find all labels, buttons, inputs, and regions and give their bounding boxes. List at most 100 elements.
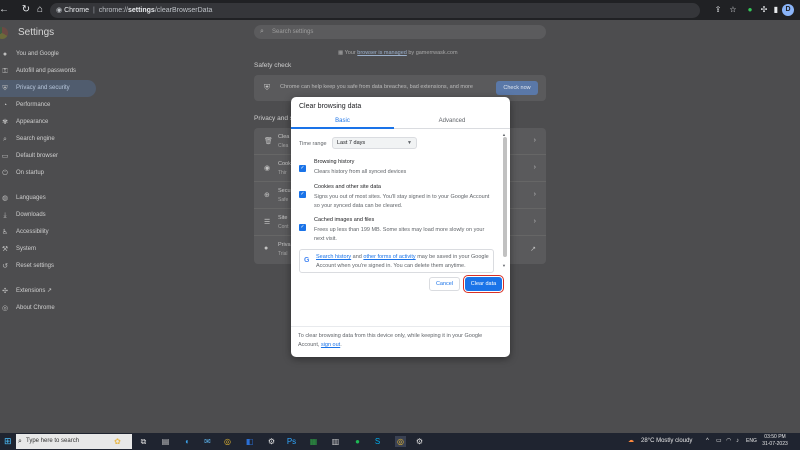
sidebar-item-you-and-google[interactable]: ● You and Google (0, 46, 96, 63)
wifi-icon[interactable]: ◠ (726, 436, 731, 447)
sidebar-item-on-startup[interactable]: ⏻ On startup (0, 165, 96, 182)
windows-taskbar: ⊞ ⌕ Type here to search ✿ ⧉ ▤ ◐ ✉ ◎ ◧ ⚙ … (0, 433, 800, 450)
chevron-right-icon: › (533, 164, 536, 171)
time-range-label: Time range (299, 141, 327, 147)
settings-gear-icon[interactable]: ⚙ (414, 436, 425, 447)
search-history-link[interactable]: Search history (316, 254, 351, 260)
scroll-down-icon[interactable]: ▼ (502, 263, 506, 268)
settings-sidebar: ● You and Google ⚿ Autofill and passwords … (0, 46, 96, 317)
site-info-icon[interactable]: ◉ (56, 7, 62, 14)
address-bar[interactable]: ◉ Chrome | chrome://settings/clearBrowserD… (50, 3, 700, 18)
sidebar-item-appearance[interactable]: ✾ Appearance (0, 114, 96, 131)
language-indicator[interactable]: ENG (746, 436, 757, 447)
tray-chevron-up-icon[interactable]: ^ (706, 436, 709, 447)
profile-avatar[interactable]: D (782, 4, 794, 16)
puzzle-icon: ✣ (2, 288, 8, 295)
windows-start-icon[interactable]: ⊞ (4, 437, 13, 446)
sidebar-item-languages[interactable]: ◍ Languages (0, 190, 96, 207)
notes-icon[interactable]: ▥ (330, 436, 341, 447)
reload-icon[interactable]: ↻ (20, 4, 32, 16)
taskbar-clock[interactable]: 03:50 PM 31-07-2023 (760, 434, 790, 448)
excel-icon[interactable]: ▦ (308, 436, 319, 447)
weather-text[interactable]: 28°C Mostly cloudy (641, 436, 692, 447)
checkbox-cached-images[interactable]: ✓ (299, 224, 306, 231)
url-bold: settings (127, 7, 155, 14)
edge-icon[interactable]: ◐ (182, 436, 193, 447)
time-range-select[interactable]: Last 7 days ▼ (332, 137, 417, 149)
dialog-footer-text: To clear browsing data from this device … (298, 333, 483, 348)
scroll-up-icon[interactable]: ▲ (502, 132, 506, 137)
dialog-title: Clear browsing data (299, 103, 362, 110)
weather-icon[interactable]: ☁ (628, 436, 634, 447)
google-activity-text: Search history and other forms of activi… (316, 254, 489, 269)
photoshop-icon[interactable]: Ps (286, 436, 297, 447)
sidebar-item-privacy[interactable]: ⛨ Privacy and security (0, 80, 96, 97)
sidebar-item-accessibility[interactable]: ♿ Accessibility (0, 224, 96, 241)
tab-basic[interactable]: Basic (291, 114, 394, 129)
shield-check-icon: ⛨ (264, 83, 270, 92)
browser-icon: ▭ (1, 153, 9, 160)
sidebar-item-reset[interactable]: ↺ Reset settings (0, 258, 96, 275)
clear-data-button[interactable]: Clear data (463, 275, 504, 293)
person-icon: ● (264, 245, 269, 252)
checkbox-cookies[interactable]: ✓ (299, 191, 306, 198)
managed-link[interactable]: browser is managed (357, 50, 407, 56)
download-icon: ⤓ (3, 212, 7, 219)
sidebar-item-autofill[interactable]: ⚿ Autofill and passwords (0, 63, 96, 80)
gauge-icon: ◔ (2, 102, 8, 109)
check-now-button[interactable]: Check now (496, 81, 538, 95)
skype-icon[interactable]: S (372, 436, 383, 447)
chevron-right-icon: › (533, 137, 536, 144)
sidebar-item-about[interactable]: ◎ About Chrome (0, 300, 96, 317)
search-icon: ⌕ (260, 28, 264, 35)
search-placeholder: Search settings (272, 29, 314, 35)
settings-gear-app-icon[interactable]: ⚙ (266, 436, 277, 447)
search-highlight-icon[interactable]: ✿ (112, 436, 123, 447)
sidebar-item-system[interactable]: ⚒ System (0, 241, 96, 258)
google-icon: G (304, 257, 310, 264)
chrome-logo-icon (0, 27, 8, 39)
spotify-icon[interactable]: ● (352, 436, 363, 447)
sidepanel-icon[interactable]: ▮ (770, 4, 782, 16)
sign-out-link[interactable]: sign out (321, 342, 340, 348)
sidebar-item-default-browser[interactable]: ▭ Default browser (0, 148, 96, 165)
extension-green-icon[interactable]: ● (744, 4, 756, 16)
settings-search-input[interactable]: ⌕ Search settings (254, 25, 546, 39)
option-title: Cookies and other site data (314, 184, 381, 190)
option-desc: Signs you out of most sites. You'll stay… (314, 194, 490, 209)
tab-advanced[interactable]: Advanced (394, 114, 510, 129)
volume-icon[interactable]: ♪ (736, 436, 739, 447)
wrench-icon: ⚒ (1, 246, 9, 253)
task-view-icon[interactable]: ⧉ (138, 436, 149, 447)
sidebar-item-search-engine[interactable]: ⌕ Search engine (0, 131, 96, 148)
browser-toolbar: ← ↻ ⌂ ◉ Chrome | chrome://settings/clearBr… (0, 0, 800, 20)
outlook-icon[interactable]: ◧ (244, 436, 255, 447)
safety-text: Chrome can help keep you safe from data … (280, 84, 473, 90)
sidebar-item-downloads[interactable]: ⤓ Downloads (0, 207, 96, 224)
other-activity-link[interactable]: other forms of activity (363, 254, 415, 260)
puzzle-icon[interactable]: ✣ (758, 4, 770, 16)
sidebar-item-performance[interactable]: ◔ Performance (0, 97, 96, 114)
taskbar-search-placeholder: Type here to search (26, 438, 80, 444)
chrome-active-icon[interactable]: ◎ (395, 436, 406, 447)
tray-network-icon[interactable]: ▭ (716, 436, 722, 447)
share-icon[interactable]: ⇪ (712, 4, 724, 16)
sidebar-item-extensions[interactable]: ✣ Extensions ↗ (0, 283, 96, 300)
mail-icon[interactable]: ✉ (202, 436, 213, 447)
chrome-taskbar-icon[interactable]: ◎ (222, 436, 233, 447)
option-title: Browsing history (314, 159, 355, 165)
safety-check-title: Safety check (254, 62, 292, 69)
star-icon[interactable]: ☆ (727, 4, 739, 16)
url-prefix: chrome:// (98, 7, 128, 14)
google-activity-notice: G Search history and other forms of acti… (299, 249, 494, 273)
clear-browsing-data-dialog: Clear browsing data Basic Advanced Time … (291, 97, 510, 357)
back-icon[interactable]: ← (0, 4, 10, 16)
widgets-icon[interactable]: ▤ (160, 436, 171, 447)
accessibility-icon: ♿ (1, 229, 9, 236)
home-icon[interactable]: ⌂ (34, 4, 46, 16)
external-link-icon: ↗ (530, 246, 536, 253)
dialog-scrollbar[interactable] (503, 137, 507, 257)
cancel-button[interactable]: Cancel (429, 277, 460, 291)
checkbox-browsing-history[interactable]: ✓ (299, 165, 306, 172)
search-icon: ⌕ (18, 438, 22, 445)
